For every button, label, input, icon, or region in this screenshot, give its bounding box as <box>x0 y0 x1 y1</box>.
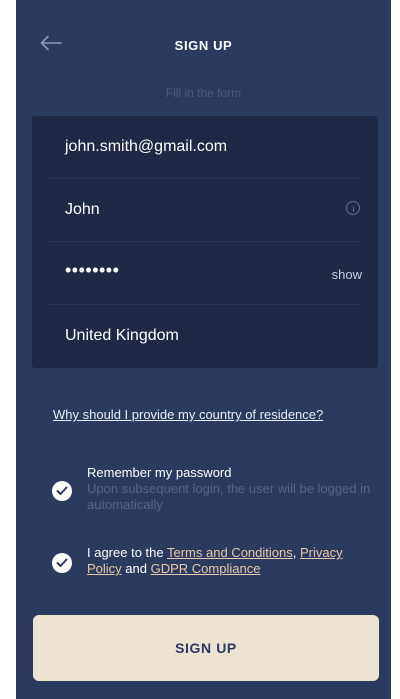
email-field[interactable]: john.smith@gmail.com <box>32 116 378 179</box>
sign-up-button[interactable]: SIGN UP <box>33 615 379 681</box>
checkmark-icon <box>56 486 68 495</box>
remember-password-label: Remember my password <box>87 465 232 480</box>
sign-up-form: john.smith@gmail.com John •••••••• show … <box>32 116 378 368</box>
agreement-conjunction: and <box>121 561 151 576</box>
country-value: United Kingdom <box>65 327 179 344</box>
country-field[interactable]: United Kingdom <box>32 305 378 368</box>
remember-password-checkbox[interactable] <box>52 481 72 501</box>
email-value: john.smith@gmail.com <box>65 138 228 155</box>
gdpr-compliance-link[interactable]: GDPR Compliance <box>151 561 261 576</box>
top-bar: SIGN UP <box>16 0 391 92</box>
show-password-button[interactable]: show <box>332 267 362 282</box>
checkmark-icon <box>56 558 68 567</box>
agreement-option: I agree to the Terms and Conditions, Pri… <box>52 545 382 581</box>
agreement-prefix: I agree to the <box>87 545 167 560</box>
password-value: •••••••• <box>65 260 120 280</box>
agreement-checkbox[interactable] <box>52 553 72 573</box>
terms-link[interactable]: Terms and Conditions <box>167 545 293 560</box>
name-field[interactable]: John <box>32 179 378 242</box>
page-title: SIGN UP <box>174 38 233 53</box>
country-help-link[interactable]: Why should I provide my country of resid… <box>53 407 323 422</box>
name-value: John <box>65 201 100 218</box>
agreement-text: I agree to the Terms and Conditions, Pri… <box>87 545 379 577</box>
password-field[interactable]: •••••••• show <box>32 242 378 305</box>
page-subtitle: Fill in the form <box>165 86 242 100</box>
agreement-separator: , <box>292 545 300 560</box>
info-icon[interactable] <box>346 201 360 215</box>
remember-password-text: Remember my password Upon subsequent log… <box>87 465 379 513</box>
remember-password-option: Remember my password Upon subsequent log… <box>52 465 382 517</box>
sign-up-screen: SIGN UP Fill in the form john.smith@gmai… <box>16 0 391 699</box>
remember-password-hint: Upon subsequent login, the user will be … <box>87 481 371 512</box>
